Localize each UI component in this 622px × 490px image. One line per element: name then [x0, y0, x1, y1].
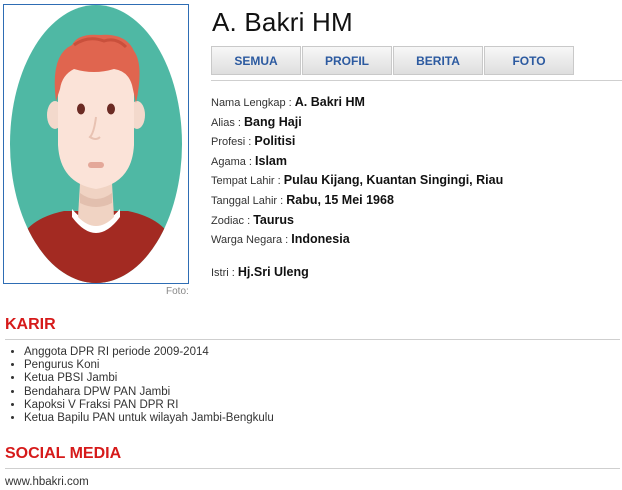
bio-label: Zodiac :	[211, 214, 254, 227]
bio-label: Agama :	[211, 155, 256, 168]
social-media-divider	[5, 468, 620, 469]
bio-row-birthdate: Tanggal Lahir : Rabu, 15 Mei 1968	[211, 192, 621, 212]
bio-label: Alias :	[211, 116, 245, 129]
bio-row-zodiac: Zodiac : Taurus	[211, 212, 621, 232]
career-heading: KARIR	[5, 316, 56, 333]
list-item: Ketua PBSI Jambi	[24, 372, 274, 385]
list-item: Kapoksi V Fraksi PAN DPR RI	[24, 399, 274, 412]
tabs-divider	[211, 80, 622, 81]
photo-caption: Foto:	[166, 286, 189, 297]
bio-label: Istri :	[211, 266, 238, 279]
bio-value: Hj.Sri Uleng	[237, 264, 309, 279]
bio-row-citizenship: Warga Negara : Indonesia	[211, 231, 621, 251]
bio-label: Nama Lengkap :	[211, 97, 295, 109]
bio-row-birthplace: Tempat Lahir : Pulau Kijang, Kuantan Sin…	[211, 172, 621, 192]
bio-value: A. Bakri HM	[294, 95, 365, 109]
page-title: A. Bakri HM	[212, 7, 353, 37]
bio-label: Tanggal Lahir :	[211, 194, 287, 207]
social-media-heading: SOCIAL MEDIA	[5, 445, 122, 462]
bio-row-religion: Agama : Islam	[211, 153, 621, 173]
tab-berita[interactable]: BERITA	[393, 46, 483, 75]
bio-row-spouse: Istri : Hj.Sri Uleng	[211, 264, 621, 284]
bio-label: Warga Negara :	[211, 234, 292, 247]
career-divider	[5, 339, 620, 340]
bio-label: Profesi :	[211, 136, 255, 149]
website-link[interactable]: www.hbakri.com	[5, 476, 89, 488]
bio-row-profession: Profesi : Politisi	[211, 133, 621, 153]
profile-photo	[3, 4, 189, 284]
tab-profil[interactable]: PROFIL	[302, 46, 392, 75]
bio-value: Indonesia	[291, 232, 350, 247]
bio-value: Rabu, 15 Mei 1968	[286, 192, 394, 207]
bio-value: Bang Haji	[244, 114, 302, 129]
list-item: Anggota DPR RI periode 2009-2014	[24, 346, 274, 359]
bio-value: Politisi	[254, 134, 296, 149]
list-item: Bendahara DPW PAN Jambi	[24, 386, 274, 399]
list-item: Pengurus Koni	[24, 359, 274, 372]
tab-semua[interactable]: SEMUA	[211, 46, 301, 75]
bio-value: Islam	[255, 153, 287, 168]
bio-row-full-name: Nama Lengkap : A. Bakri HM	[211, 94, 621, 114]
avatar-illustration	[10, 5, 182, 283]
bio-row-alias: Alias : Bang Haji	[211, 114, 621, 134]
profile-tabs: SEMUA PROFIL BERITA FOTO	[211, 46, 574, 75]
bio-details: Nama Lengkap : A. Bakri HM Alias : Bang …	[211, 94, 621, 283]
bio-value: Taurus	[253, 212, 294, 227]
tab-foto[interactable]: FOTO	[484, 46, 574, 75]
bio-label: Tempat Lahir :	[211, 175, 284, 188]
bio-value: Pulau Kijang, Kuantan Singingi, Riau	[283, 173, 504, 188]
list-item: Ketua Bapilu PAN untuk wilayah Jambi-Ben…	[24, 412, 274, 425]
career-list: Anggota DPR RI periode 2009-2014 Penguru…	[24, 346, 274, 425]
